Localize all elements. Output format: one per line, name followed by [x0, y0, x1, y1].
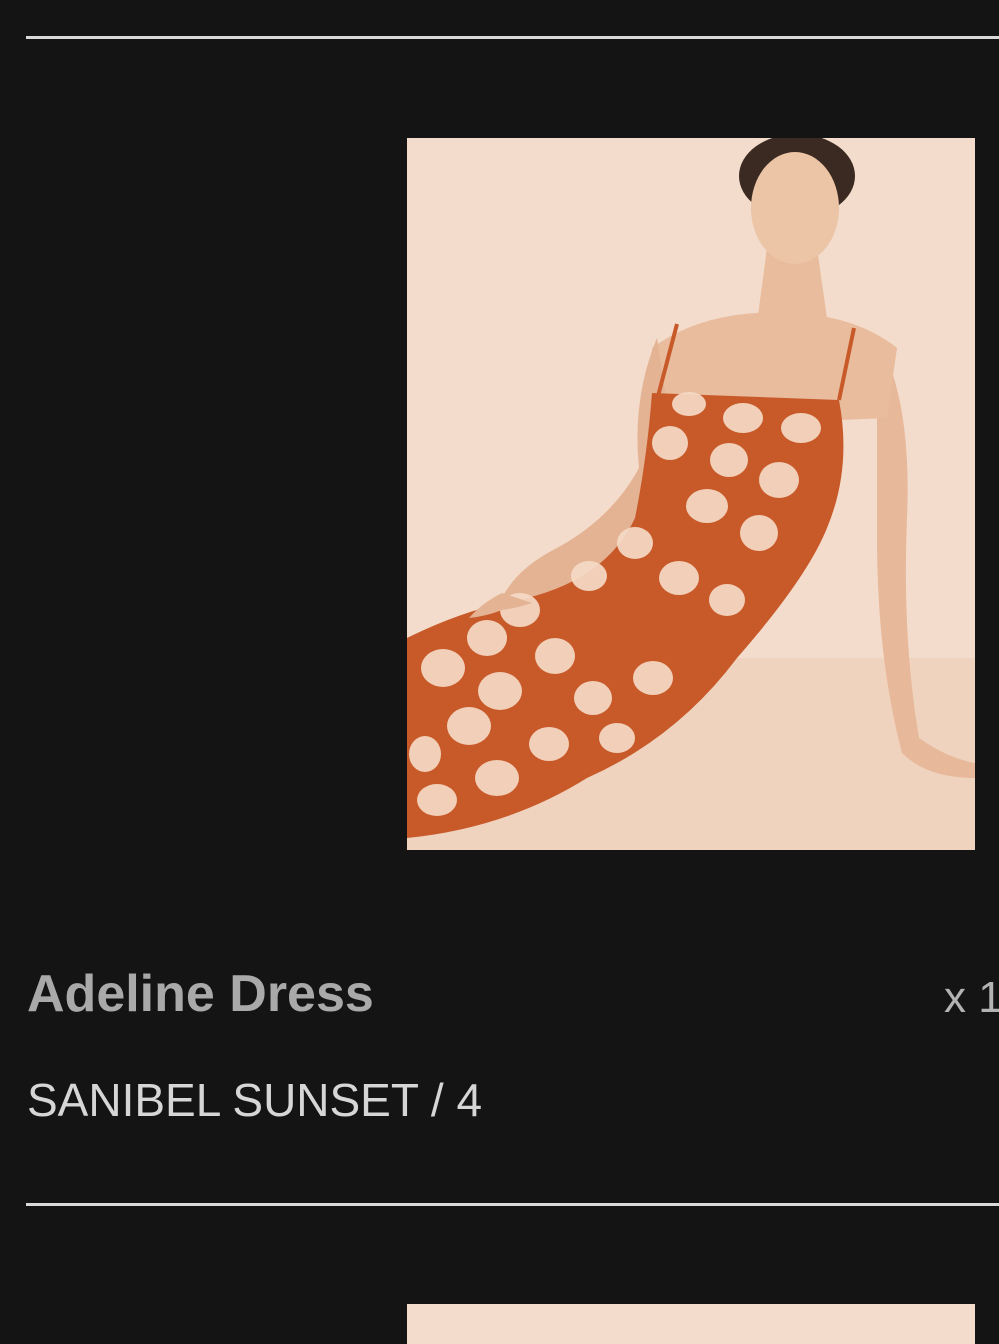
product-name[interactable]: Adeline Dress: [27, 965, 374, 1023]
quantity-label: x 1: [944, 973, 999, 1022]
divider-top: [26, 36, 999, 39]
divider-bottom: [26, 1203, 999, 1206]
product-photo-icon: [407, 138, 975, 850]
product-image[interactable]: [407, 138, 975, 850]
next-product-image[interactable]: [407, 1304, 975, 1344]
product-variant: SANIBEL SUNSET / 4: [27, 1074, 483, 1126]
